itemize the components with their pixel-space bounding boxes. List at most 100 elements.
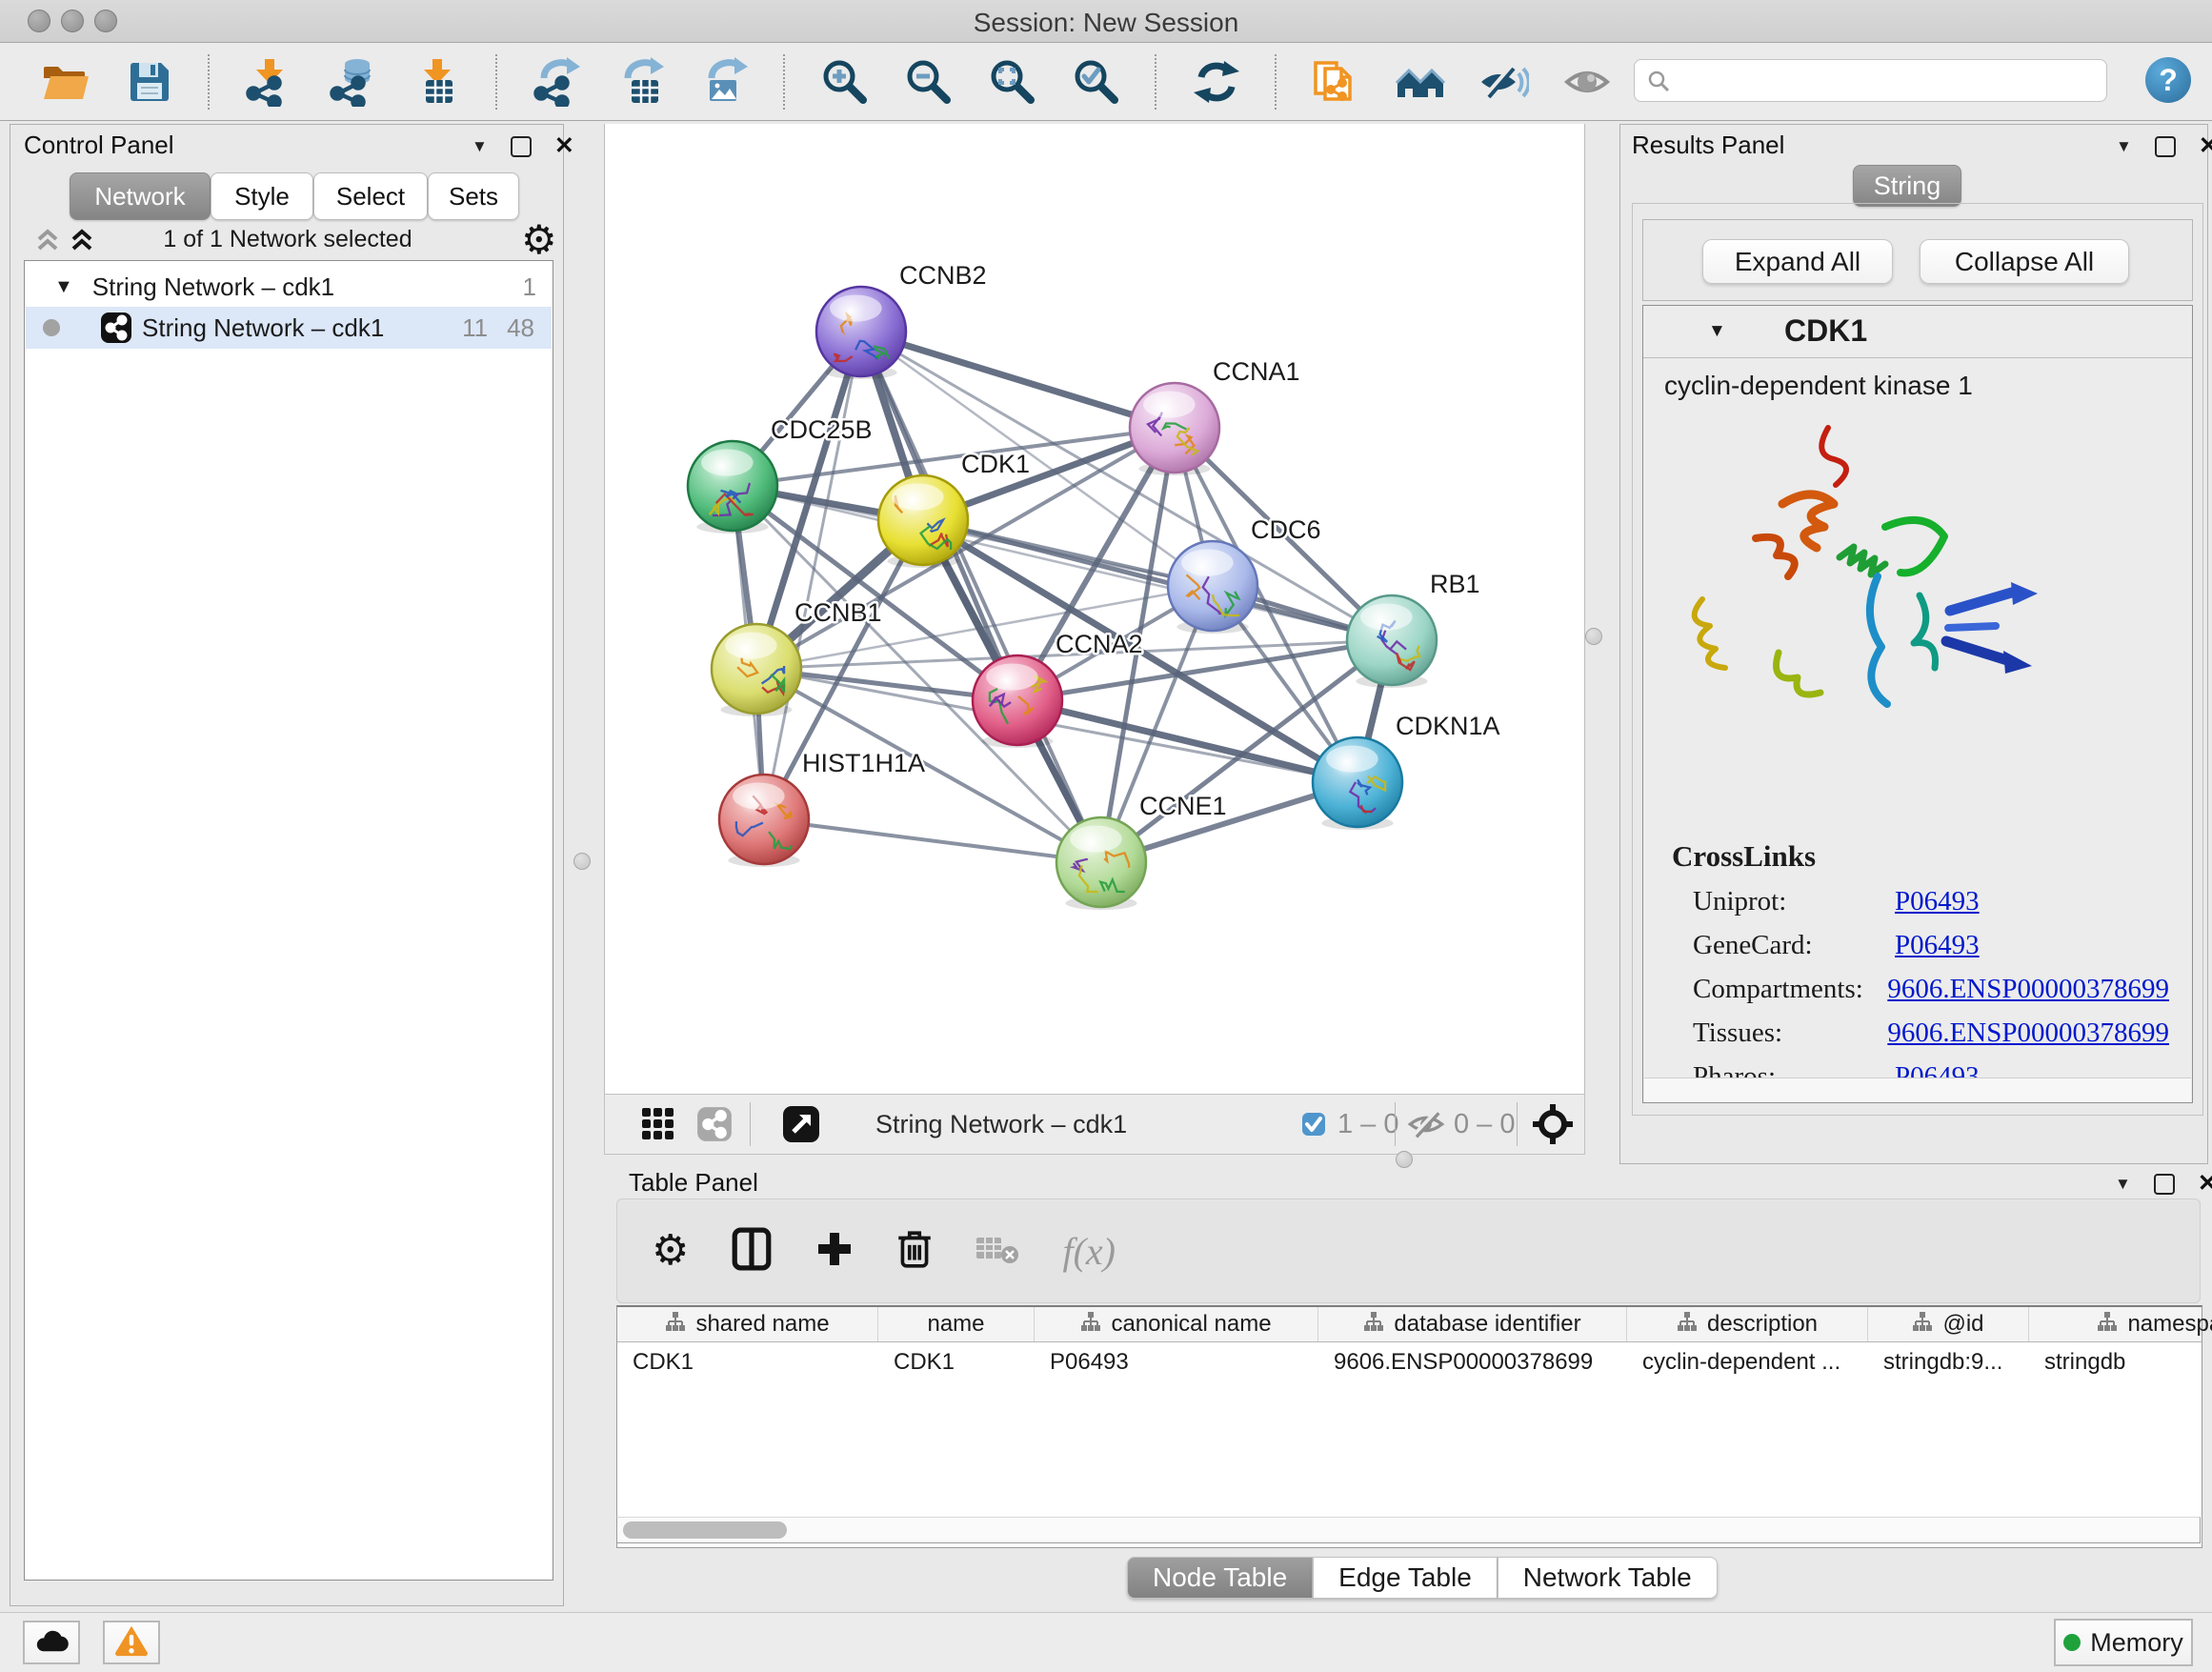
delete-column-trash-icon[interactable]: [896, 1228, 933, 1275]
column-header-shared-name[interactable]: shared name: [617, 1307, 878, 1341]
export-network-icon[interactable]: [532, 55, 583, 109]
table-tabs: Node Table Edge Table Network Table: [1127, 1557, 1718, 1599]
node-HIST1H1A[interactable]: [719, 775, 809, 867]
tab-network[interactable]: Network: [70, 172, 211, 220]
table-cell[interactable]: stringdb: [2029, 1342, 2212, 1382]
zoom-fit-icon[interactable]: [987, 55, 1038, 109]
table-cell[interactable]: P06493: [1035, 1342, 1318, 1382]
table-horizontal-scrollbar[interactable]: [616, 1517, 2201, 1543]
zoom-in-icon[interactable]: [819, 55, 871, 109]
string-network-graph[interactable]: CCNB2CCNA1CDC25BCDK1CDC6RB1CCNB1CCNA2CDK…: [605, 124, 1584, 1094]
warning-button[interactable]: [103, 1621, 160, 1664]
network-collection-row[interactable]: ▼ String Network – cdk1 1: [26, 267, 552, 307]
table-cell[interactable]: stringdb:9...: [1868, 1342, 2029, 1382]
panel-menu-icon[interactable]: ▼: [2116, 138, 2132, 154]
network-edge-count: 48: [507, 313, 534, 343]
string-home-icon[interactable]: [1395, 55, 1446, 109]
column-header-namespace[interactable]: namespace: [2029, 1307, 2212, 1341]
column-visibility-icon[interactable]: [731, 1227, 773, 1276]
node-CCNE1[interactable]: [1056, 817, 1146, 910]
panel-float-icon[interactable]: [2154, 1174, 2175, 1195]
scrollbar-thumb[interactable]: [623, 1521, 787, 1539]
tab-string-results[interactable]: String: [1853, 165, 1961, 207]
network-view-toolbar: String Network – cdk1 1 – 0 0 – 0: [604, 1094, 1585, 1155]
hide-unhide-icon[interactable]: [1478, 55, 1530, 109]
export-image-icon[interactable]: [699, 55, 751, 109]
share-view-icon[interactable]: [696, 1095, 733, 1154]
refresh-layout-icon[interactable]: [1191, 55, 1242, 109]
column-header-description[interactable]: description: [1627, 1307, 1868, 1341]
expand-all-button[interactable]: Expand All: [1702, 239, 1893, 284]
column-header-name[interactable]: name: [878, 1307, 1035, 1341]
right-splitter-grip[interactable]: [1585, 628, 1602, 645]
protein-card-scroll-strip[interactable]: [1644, 1078, 2191, 1102]
create-column-plus-icon[interactable]: [814, 1229, 855, 1274]
panel-menu-icon[interactable]: ▼: [472, 138, 488, 154]
panel-float-icon[interactable]: [2155, 136, 2176, 157]
node-CDKN1A[interactable]: [1313, 737, 1402, 830]
node-label-CCNB1: CCNB1: [794, 598, 882, 627]
import-network-file-icon[interactable]: [244, 55, 295, 109]
cloud-button[interactable]: [23, 1621, 80, 1664]
node-RB1[interactable]: [1347, 595, 1437, 688]
import-network-database-icon[interactable]: [328, 55, 379, 109]
table-cell[interactable]: cyclin-dependent ...: [1627, 1342, 1868, 1382]
tab-node-table[interactable]: Node Table: [1127, 1557, 1313, 1599]
save-session-icon[interactable]: [124, 55, 175, 109]
birdseye-view-icon[interactable]: [782, 1095, 820, 1154]
search-input[interactable]: [1679, 67, 2082, 95]
column-header-canonical-name[interactable]: canonical name: [1035, 1307, 1318, 1341]
node-CDC6[interactable]: [1168, 541, 1257, 634]
table-cell[interactable]: CDK1: [878, 1342, 1035, 1382]
table-settings-gear-icon[interactable]: ⚙: [652, 1230, 689, 1272]
tree-column-icon: [665, 1311, 686, 1338]
node-position-crosshair-icon[interactable]: [1533, 1095, 1573, 1154]
selected-checkbox-icon[interactable]: [1301, 1095, 1326, 1154]
table-row[interactable]: CDK1CDK1P064939606.ENSP00000378699cyclin…: [617, 1342, 2202, 1382]
help-button[interactable]: ?: [2145, 57, 2191, 103]
column-header--id[interactable]: @id: [1868, 1307, 2029, 1341]
open-results-panel-icon[interactable]: [1311, 55, 1362, 109]
tab-select[interactable]: Select: [313, 172, 428, 220]
panel-close-icon[interactable]: ✕: [554, 134, 574, 158]
panel-close-icon[interactable]: ✕: [2199, 134, 2212, 158]
network-canvas[interactable]: CCNB2CCNA1CDC25BCDK1CDC6RB1CCNB1CCNA2CDK…: [604, 124, 1585, 1094]
panel-float-icon[interactable]: [511, 136, 532, 157]
crosslink-link[interactable]: 9606.ENSP00000378699: [1887, 1017, 2169, 1049]
show-graphics-icon[interactable]: [1562, 55, 1614, 109]
import-table-icon[interactable]: [412, 55, 463, 109]
edge-CCNB2-HIST1H1A[interactable]: [764, 332, 861, 819]
zoom-out-icon[interactable]: [903, 55, 955, 109]
edge-CCNB2-CCNE1[interactable]: [861, 332, 1101, 862]
network-row-selected[interactable]: String Network – cdk1 11 48: [26, 307, 552, 349]
tab-edge-table[interactable]: Edge Table: [1313, 1557, 1498, 1599]
protein-card-header[interactable]: ▼ CDK1: [1643, 306, 2192, 358]
tab-network-table[interactable]: Network Table: [1498, 1557, 1718, 1599]
zoom-selected-icon[interactable]: [1071, 55, 1122, 109]
table-cell[interactable]: CDK1: [617, 1342, 878, 1382]
memory-button[interactable]: Memory: [2054, 1619, 2193, 1666]
table-cell[interactable]: 9606.ENSP00000378699: [1318, 1342, 1627, 1382]
crosslink-link[interactable]: P06493: [1895, 886, 1980, 917]
node-CCNA2[interactable]: [973, 655, 1062, 748]
search-box[interactable]: [1634, 59, 2107, 102]
grid-view-icon[interactable]: [641, 1095, 675, 1154]
crosslink-link[interactable]: 9606.ENSP00000378699: [1887, 974, 2169, 1005]
collection-expand-icon[interactable]: ▼: [54, 276, 73, 298]
tab-style[interactable]: Style: [211, 172, 313, 220]
left-splitter-grip[interactable]: [573, 853, 591, 870]
edge-CCNB2-CCNA1[interactable]: [861, 332, 1175, 428]
open-session-icon[interactable]: [40, 55, 91, 109]
hidden-eye-slash-icon[interactable]: [1407, 1095, 1445, 1154]
edge-CCNE1-HIST1H1A[interactable]: [764, 819, 1101, 862]
panel-close-icon[interactable]: ✕: [2198, 1172, 2212, 1196]
collapse-section-icon[interactable]: ▼: [1708, 321, 1726, 342]
tab-sets[interactable]: Sets: [428, 172, 519, 220]
node-CCNB2[interactable]: [816, 287, 906, 379]
network-options-gear-icon[interactable]: ⚙: [521, 220, 557, 260]
panel-menu-icon[interactable]: ▼: [2115, 1176, 2131, 1192]
export-table-icon[interactable]: [615, 55, 667, 109]
column-header-database-identifier[interactable]: database identifier: [1318, 1307, 1627, 1341]
crosslink-link[interactable]: P06493: [1895, 930, 1980, 961]
collapse-all-button[interactable]: Collapse All: [1920, 239, 2129, 284]
